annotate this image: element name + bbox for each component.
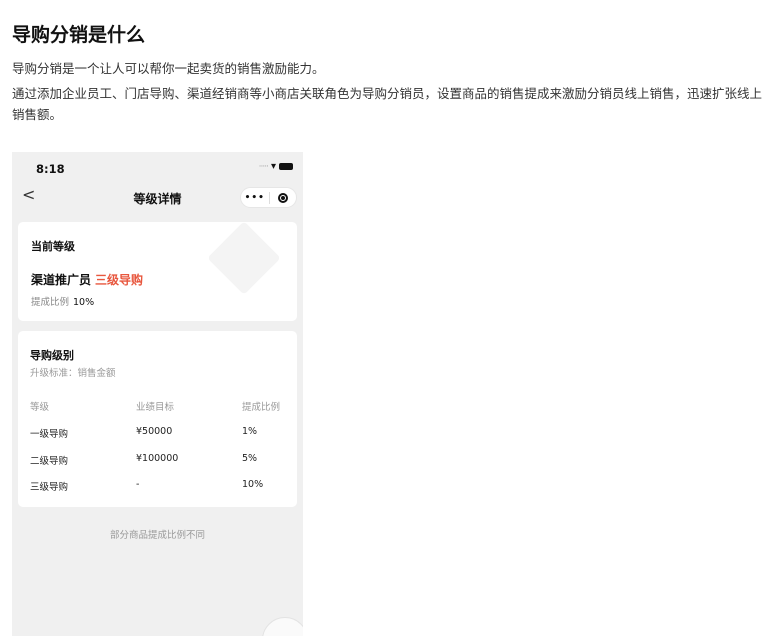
table-row: 一级导购 ¥50000 1% [30,426,292,440]
level-name: 三级导购 [95,273,144,287]
levels-heading: 导购级别 [30,349,74,362]
mini-program-capsule: ••• [240,187,297,208]
current-level-card: 当前等级 渠道推广员 三级导购 提成比例 10% [18,222,297,321]
table-cell: 5% [242,453,258,464]
footnote: 部分商品提成比例不同 [109,530,205,541]
commission-rate: 提成比例 10% [31,294,94,308]
table-cell: ¥100000 [136,453,179,464]
doc-paragraph-intro: 导购分销是一个让人可以帮你一起卖货的销售激励能力。 [12,61,325,76]
current-role: 渠道推广员 三级导购 [31,271,143,288]
table-cell: ¥50000 [136,426,173,437]
current-level-heading: 当前等级 [31,240,75,253]
phone-screenshot: 8:18 ····· ▾ < 等级详情 ••• 当前等级 渠道推广员 三级导购 提… [12,152,303,636]
column-header: 提成比例 [242,402,281,413]
column-header: 业绩目标 [136,402,175,413]
table-cell: 1% [242,426,258,437]
table-cell: 二级导购 [30,456,69,467]
wifi-icon: ▾ [270,161,276,172]
status-time: 8:18 [36,162,65,176]
table-row: 三级导购 - 10% [30,479,292,493]
upgrade-standard: 升级标准：销售金额 [30,368,116,379]
doc-title: 导购分销是什么 [12,24,146,46]
table-cell: 10% [242,479,264,490]
status-bar-icons: ····· ▾ [259,161,293,172]
diamond-decoration [207,222,281,295]
record-circle-icon [277,192,288,203]
table-cell: 一级导购 [30,429,69,440]
close-mini-program-button[interactable] [269,192,296,203]
column-header: 等级 [30,402,50,413]
levels-card: 导购级别 升级标准：销售金额 等级 业绩目标 提成比例 一级导购 ¥50000 … [18,331,297,507]
role-name: 渠道推广员 [31,273,92,287]
table-row: 二级导购 ¥100000 5% [30,453,292,467]
floating-button[interactable] [262,617,303,636]
doc-paragraph-detail: 通过添加企业员工、门店导购、渠道经销商等小商店关联角色为导购分销员，设置商品的销… [12,86,763,122]
commission-rate-value: 10% [73,297,95,308]
commission-rate-label: 提成比例 [31,297,70,308]
table-cell: 三级导购 [30,482,69,493]
table-header: 等级 业绩目标 提成比例 [30,399,292,413]
battery-icon [279,163,293,170]
signal-icon: ····· [258,161,269,172]
table-cell: - [136,479,140,490]
more-dots-icon[interactable]: ••• [241,193,269,203]
